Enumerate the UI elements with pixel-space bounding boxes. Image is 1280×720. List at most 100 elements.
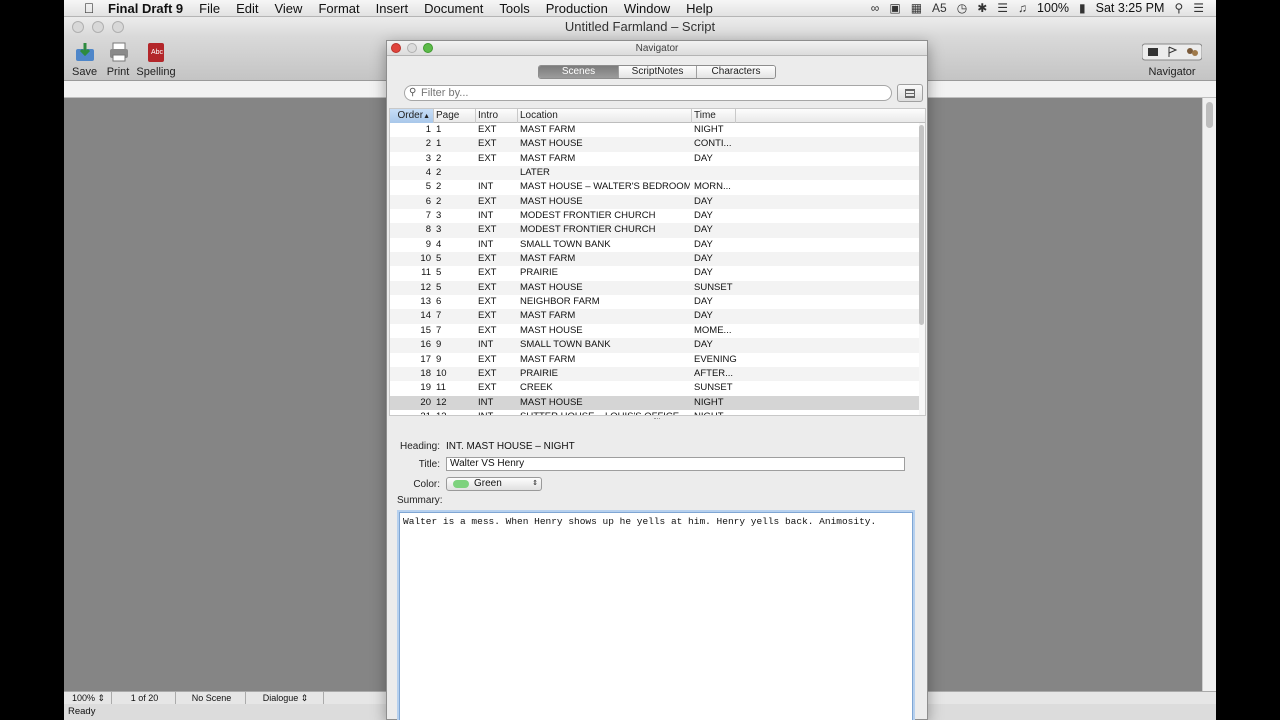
zoom-window-button[interactable] <box>112 21 124 33</box>
cell-page: 3 <box>436 210 442 222</box>
battery-percent[interactable]: 100% <box>1037 1 1069 15</box>
table-row[interactable]: 13 6 EXT NEIGHBOR FARM DAY <box>390 295 921 309</box>
cell-location: MAST HOUSE – WALTER'S BEDROOM <box>520 181 690 193</box>
table-row[interactable]: 19 11 EXT CREEK SUNSET <box>390 381 921 395</box>
title-field[interactable]: Walter VS Henry <box>446 457 905 471</box>
menu-tools[interactable]: Tools <box>491 1 537 16</box>
filter-placeholder: Filter by... <box>421 87 469 99</box>
navigator-zoom-button[interactable] <box>423 43 433 53</box>
cell-intro: EXT <box>478 310 497 322</box>
close-window-button[interactable] <box>72 21 84 33</box>
summary-label: Summary: <box>397 495 443 506</box>
wifi-icon[interactable]: ☰ <box>997 1 1008 15</box>
cell-intro: EXT <box>478 253 497 265</box>
cell-page: 2 <box>436 167 442 179</box>
menu-document[interactable]: Document <box>416 1 491 16</box>
cell-intro: EXT <box>478 195 497 207</box>
select-arrows-icon: ⇕ <box>532 480 538 487</box>
table-scrollbar[interactable] <box>919 123 925 415</box>
table-row[interactable]: 16 9 INT SMALL TOWN BANK DAY <box>390 338 921 353</box>
table-row[interactable]: 4 2 LATER <box>390 166 921 181</box>
document-scrollbar[interactable] <box>1202 98 1216 691</box>
table-row[interactable]: 6 2 EXT MAST HOUSE DAY <box>390 194 921 210</box>
table-row[interactable]: 2 1 EXT MAST HOUSE CONTI... <box>390 137 921 152</box>
navigator-close-button[interactable] <box>391 43 401 53</box>
column-header-intro[interactable]: Intro <box>476 109 518 123</box>
summary-textarea[interactable]: Walter is a mess. When Henry shows up he… <box>399 512 913 720</box>
table-row[interactable]: 12 5 EXT MAST HOUSE SUNSET <box>390 280 921 296</box>
table-scroll-thumb[interactable] <box>919 125 924 325</box>
cell-time: NIGHT <box>694 410 738 415</box>
table-row[interactable]: 7 3 INT MODEST FRONTIER CHURCH DAY <box>390 209 921 223</box>
table-row[interactable]: 15 7 EXT MAST HOUSE MOME... <box>390 324 921 338</box>
spotlight-search-icon[interactable]: ⚲ <box>1174 1 1183 15</box>
tab-scriptnotes[interactable]: ScriptNotes <box>619 66 697 78</box>
cell-page: 3 <box>436 224 442 236</box>
cell-location: MAST HOUSE <box>520 324 583 336</box>
column-header-page[interactable]: Page <box>434 109 476 123</box>
video-icon[interactable]: ▣ <box>889 1 900 15</box>
table-row[interactable]: 3 2 EXT MAST FARM DAY <box>390 152 921 166</box>
heading-value: INT. MAST HOUSE – NIGHT <box>446 441 575 452</box>
cell-time: SUNSET <box>694 382 733 394</box>
table-row[interactable]: 18 10 EXT PRAIRIE AFTER... <box>390 366 921 382</box>
color-select[interactable]: Green ⇕ <box>446 477 542 491</box>
save-button[interactable]: Save <box>72 40 97 78</box>
cell-time: AFTER... <box>694 367 734 379</box>
cell-intro: INT <box>478 238 494 250</box>
tab-characters[interactable]: Characters <box>697 66 775 78</box>
spelling-button[interactable]: Abc Spelling <box>136 40 176 78</box>
cell-order: 15 <box>420 324 431 336</box>
menu-window[interactable]: Window <box>616 1 678 16</box>
menu-edit[interactable]: Edit <box>228 1 266 16</box>
cell-intro: EXT <box>478 267 497 279</box>
volume-icon[interactable]: ♫ <box>1018 1 1027 15</box>
table-row[interactable]: 21 13 INT SUTTER HOUSE – LOUIS'S OFFICE NIGH… <box>390 410 921 415</box>
navigator-minimize-button[interactable] <box>407 43 417 53</box>
table-row[interactable]: 10 5 EXT MAST FARM DAY <box>390 252 921 267</box>
filter-input[interactable]: ⚲ Filter by... <box>404 85 892 101</box>
table-row[interactable]: 20 12 INT MAST HOUSE NIGHT <box>390 395 921 410</box>
menubar-clock[interactable]: Sat 3:25 PM <box>1096 1 1165 15</box>
cell-time: EVENING <box>694 353 737 365</box>
dropbox-icon[interactable]: ▦ <box>911 1 922 15</box>
creative-cloud-icon[interactable]: ∞ <box>871 1 880 15</box>
cell-intro: EXT <box>478 224 497 236</box>
column-header-location[interactable]: Location <box>518 109 692 123</box>
navigator-button[interactable]: Navigator <box>1142 40 1202 78</box>
table-row[interactable]: 8 3 EXT MODEST FRONTIER CHURCH DAY <box>390 223 921 238</box>
menu-production[interactable]: Production <box>538 1 616 16</box>
bluetooth-icon[interactable]: ✱ <box>977 1 987 15</box>
table-row[interactable]: 11 5 EXT PRAIRIE DAY <box>390 266 921 280</box>
cell-order: 3 <box>425 152 431 164</box>
filter-options-button[interactable] <box>897 84 923 102</box>
table-row[interactable]: 1 1 EXT MAST FARM NIGHT <box>390 123 921 137</box>
menu-format[interactable]: Format <box>310 1 367 16</box>
document-scroll-thumb[interactable] <box>1206 102 1213 128</box>
column-header-order[interactable]: Order▲ <box>390 109 434 123</box>
app-menu[interactable]: Final Draft 9 <box>104 1 191 16</box>
menu-insert[interactable]: Insert <box>368 1 417 16</box>
cell-location: MODEST FRONTIER CHURCH <box>520 224 656 236</box>
menu-help[interactable]: Help <box>678 1 721 16</box>
column-header-time[interactable]: Time <box>692 109 736 123</box>
minimize-window-button[interactable] <box>92 21 104 33</box>
adobe-icon[interactable]: A5 <box>932 1 947 15</box>
cell-intro: EXT <box>478 296 497 308</box>
page-count: 1 of 20 <box>130 693 159 703</box>
cell-order: 13 <box>420 296 431 308</box>
menu-file[interactable]: File <box>191 1 228 16</box>
cell-order: 16 <box>420 339 431 351</box>
table-row[interactable]: 14 7 EXT MAST FARM DAY <box>390 309 921 324</box>
cell-intro: INT <box>478 410 516 415</box>
menu-view[interactable]: View <box>266 1 310 16</box>
cell-time: NIGHT <box>694 124 724 135</box>
apple-icon[interactable]:  <box>74 0 104 16</box>
table-row[interactable]: 5 2 INT MAST HOUSE – WALTER'S BEDROOM MORN..… <box>390 180 921 194</box>
table-row[interactable]: 17 9 EXT MAST FARM EVENING <box>390 353 921 367</box>
tab-scenes[interactable]: Scenes <box>539 66 619 78</box>
notification-center-icon[interactable]: ☰ <box>1193 1 1204 15</box>
print-button[interactable]: Print <box>106 40 130 78</box>
time-machine-icon[interactable]: ◷ <box>957 1 967 15</box>
table-row[interactable]: 9 4 INT SMALL TOWN BANK DAY <box>390 238 921 252</box>
